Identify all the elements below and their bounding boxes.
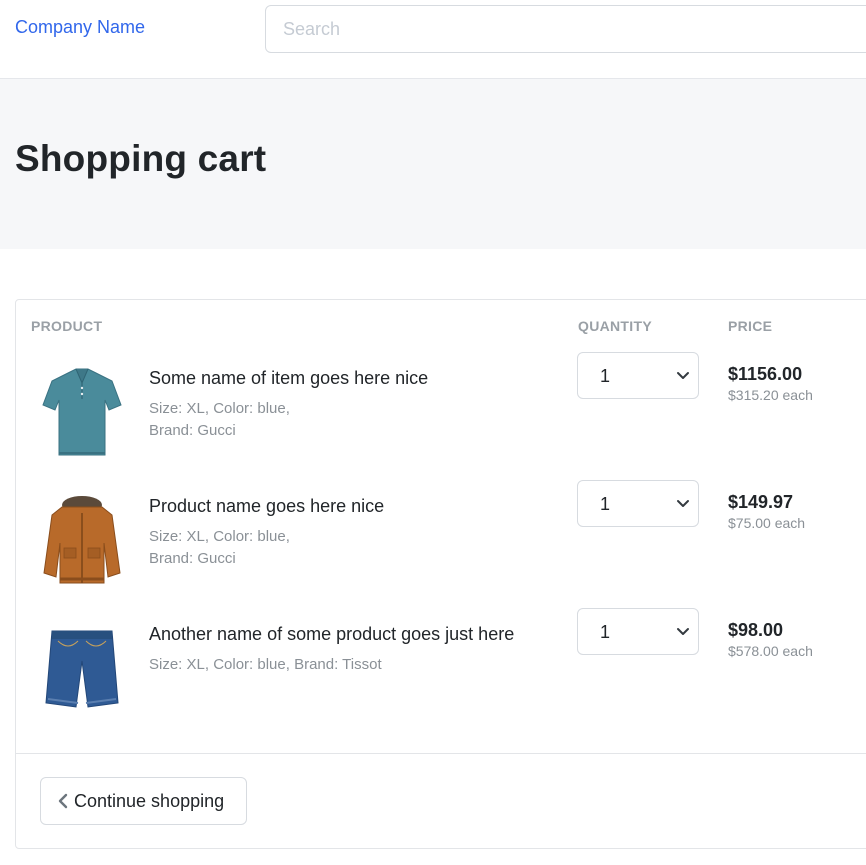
brand-link[interactable]: Company Name	[15, 17, 145, 38]
item-total-price: $149.97	[728, 492, 794, 512]
product-meta-line: Size: XL, Color: blue,	[149, 528, 290, 545]
column-header-quantity: QUANTITY	[578, 318, 652, 334]
cart-card: PRODUCT QUANTITY PRICE Some name of item…	[15, 299, 866, 849]
quantity-value: 1	[600, 622, 611, 642]
quantity-value: 1	[600, 366, 611, 386]
chevron-down-icon	[677, 500, 689, 507]
product-meta: Size: XL, Color: blue, Brand: Tissot	[149, 654, 449, 676]
item-unit-price: $578.00 each	[728, 643, 813, 659]
product-meta: Size: XL, Color: blue, Brand: Gucci	[149, 526, 309, 570]
continue-shopping-label: Continue shopping	[74, 791, 225, 811]
product-meta-line: Size: XL, Color: blue, Brand: Tissot	[149, 656, 382, 673]
quantity-value: 1	[600, 494, 611, 514]
product-name[interactable]: Some name of item goes here nice	[149, 368, 428, 389]
jacket-icon	[43, 496, 121, 584]
product-name[interactable]: Another name of some product goes just h…	[149, 624, 514, 645]
top-navbar: Company Name	[0, 0, 866, 79]
card-footer-divider	[16, 753, 866, 754]
page-title: Shopping cart	[15, 138, 267, 179]
chevron-down-icon	[677, 628, 689, 635]
page-header: Shopping cart	[0, 79, 866, 249]
cart-item-row: Another name of some product goes just h…	[16, 608, 866, 749]
cart-item-row: Some name of item goes here nice Size: X…	[16, 352, 866, 493]
chevron-down-icon	[677, 372, 689, 379]
column-header-price: PRICE	[728, 318, 773, 334]
quantity-select[interactable]: 1	[577, 352, 699, 399]
chevron-left-icon	[58, 793, 68, 809]
quantity-select[interactable]: 1	[577, 608, 699, 655]
product-meta-line: Size: XL, Color: blue,	[149, 400, 290, 417]
column-header-product: PRODUCT	[31, 318, 103, 334]
search-input[interactable]	[265, 5, 866, 53]
denim-shorts-icon	[45, 630, 119, 708]
item-unit-price: $315.20 each	[728, 387, 813, 403]
quantity-select[interactable]: 1	[577, 480, 699, 527]
product-meta: Size: XL, Color: blue, Brand: Gucci	[149, 398, 309, 442]
item-total-price: $98.00	[728, 620, 784, 640]
polo-shirt-icon	[42, 368, 122, 456]
continue-shopping-button[interactable]: Continue shopping	[40, 777, 247, 825]
item-unit-price: $75.00 each	[728, 515, 806, 531]
product-name[interactable]: Product name goes here nice	[149, 496, 384, 517]
product-meta-line: Brand: Gucci	[149, 550, 236, 567]
item-total-price: $1156.00	[728, 364, 803, 384]
product-meta-line: Brand: Gucci	[149, 422, 236, 439]
cart-item-row: Product name goes here nice Size: XL, Co…	[16, 480, 866, 621]
